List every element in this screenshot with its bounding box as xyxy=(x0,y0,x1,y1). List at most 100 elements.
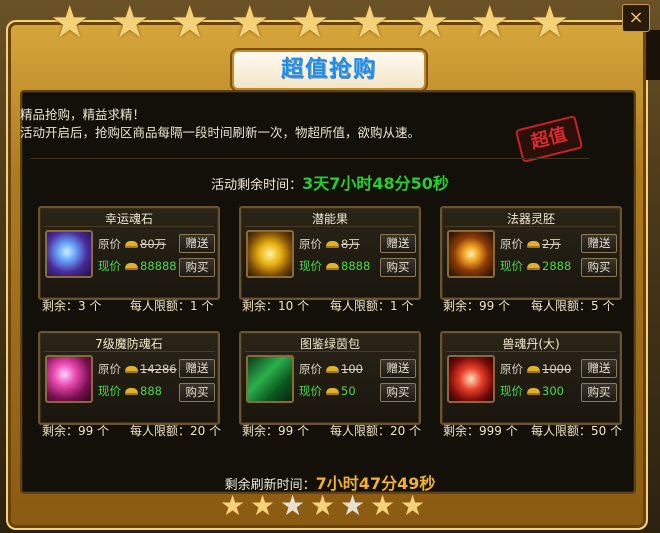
card-divider xyxy=(44,351,214,352)
limit-label: 每人限额： xyxy=(531,299,592,313)
original-price-label: 原价 xyxy=(299,237,322,251)
gold-ingot-icon xyxy=(527,388,540,395)
gift-button[interactable]: 赠送 xyxy=(581,359,617,378)
limit-label: 每人限额： xyxy=(130,299,191,313)
gift-button[interactable]: 赠送 xyxy=(179,359,215,378)
purchase-limit: 每人限额：5 个 xyxy=(531,297,614,314)
current-price-label: 现价 xyxy=(299,259,322,273)
card-divider xyxy=(446,351,616,352)
item-card-potential-fruit: 潜能果 原价 8万 现价 8888 赠送 购买 xyxy=(239,206,421,300)
item-card-lucky-soulstone: 幸运魂石 原价 80万 现价 88888 赠送 购买 xyxy=(38,206,220,300)
activity-countdown-value: 3天7小时48分50秒 xyxy=(302,174,449,193)
current-price-label: 现价 xyxy=(500,384,523,398)
item-name: 法器灵胚 xyxy=(506,212,555,226)
limit-value: 1 个 xyxy=(190,299,214,313)
remaining-stock: 剩余：999 个 xyxy=(443,422,518,439)
buy-button[interactable]: 购买 xyxy=(380,383,416,402)
remaining-value: 99 个 xyxy=(278,424,310,438)
original-price-row: 原价 1000 xyxy=(500,361,571,377)
original-price: 80万 xyxy=(140,237,167,251)
remaining-label: 剩余： xyxy=(443,299,480,313)
current-price: 50 xyxy=(341,384,356,398)
artifact-embryo-icon[interactable] xyxy=(447,230,495,278)
item-card-defense-soulstone: 7级魔防魂石 原价 14286 现价 888 赠送 购买 xyxy=(38,331,220,425)
remaining-label: 剩余： xyxy=(443,424,480,438)
original-price-label: 原价 xyxy=(98,362,121,376)
current-price-row: 现价 300 xyxy=(500,383,564,399)
gift-button[interactable]: 赠送 xyxy=(179,234,215,253)
buy-button[interactable]: 购买 xyxy=(380,258,416,277)
top-star-ornament: ★ ★ ★ ★ ★ ★ ★ ★ ★ xyxy=(50,0,570,48)
original-price-row: 原价 8万 xyxy=(299,236,360,252)
current-price-label: 现价 xyxy=(500,259,523,273)
gift-button[interactable]: 赠送 xyxy=(380,234,416,253)
buy-button[interactable]: 购买 xyxy=(581,383,617,402)
current-price-label: 现价 xyxy=(98,259,121,273)
original-price-label: 原价 xyxy=(299,362,322,376)
limit-value: 50 个 xyxy=(591,424,623,438)
purchase-limit: 每人限额：1 个 xyxy=(130,297,213,314)
window-title-banner: 超值抢购 xyxy=(232,50,426,90)
original-price-row: 原价 14286 xyxy=(98,361,177,377)
purchase-limit: 每人限额：50 个 xyxy=(531,422,622,439)
limit-value: 1 个 xyxy=(390,299,414,313)
limit-label: 每人限额： xyxy=(330,299,391,313)
original-price: 14286 xyxy=(140,362,177,376)
buy-button[interactable]: 购买 xyxy=(179,258,215,277)
gold-ingot-icon xyxy=(326,241,339,248)
gift-button[interactable]: 赠送 xyxy=(581,234,617,253)
gold-ingot-icon xyxy=(326,388,339,395)
card-divider xyxy=(245,226,415,227)
remaining-stock: 剩余：99 个 xyxy=(42,422,109,439)
green-book-icon[interactable] xyxy=(246,355,294,403)
remaining-value: 999 个 xyxy=(479,424,518,438)
close-button[interactable]: × xyxy=(622,4,650,32)
current-price-label: 现价 xyxy=(299,384,322,398)
limit-value: 20 个 xyxy=(190,424,222,438)
item-name: 图鉴绿茵包 xyxy=(299,337,360,351)
remaining-stock: 剩余：3 个 xyxy=(42,297,101,314)
item-card-green-pack: 图鉴绿茵包 原价 100 现价 50 赠送 购买 xyxy=(239,331,421,425)
current-price: 300 xyxy=(542,384,564,398)
original-price-label: 原价 xyxy=(98,237,121,251)
remaining-label: 剩余： xyxy=(242,424,279,438)
limit-label: 每人限额： xyxy=(531,424,592,438)
crystal-icon[interactable] xyxy=(45,230,93,278)
gold-ingot-icon xyxy=(125,263,138,270)
original-price-row: 原价 2万 xyxy=(500,236,561,252)
card-divider xyxy=(44,226,214,227)
limit-value: 20 个 xyxy=(390,424,422,438)
remaining-label: 剩余： xyxy=(242,299,279,313)
gold-ingot-icon xyxy=(527,366,540,373)
activity-countdown-label: 活动剩余时间： xyxy=(211,178,303,193)
current-price-row: 现价 50 xyxy=(299,383,356,399)
remaining-value: 3 个 xyxy=(78,299,102,313)
buy-button[interactable]: 购买 xyxy=(581,258,617,277)
divider xyxy=(30,158,590,159)
remaining-value: 99 个 xyxy=(78,424,110,438)
original-price-label: 原价 xyxy=(500,362,523,376)
intro-line-2: 活动开启后，抢购区商品每隔一段时间刷新一次，物超所值，欲购从速。 xyxy=(20,125,421,140)
pink-gem-icon[interactable] xyxy=(45,355,93,403)
gift-button[interactable]: 赠送 xyxy=(380,359,416,378)
limit-label: 每人限额： xyxy=(130,424,191,438)
card-divider xyxy=(446,226,616,227)
purchase-limit: 每人限额：20 个 xyxy=(330,422,421,439)
current-price-label: 现价 xyxy=(98,384,121,398)
buy-button[interactable]: 购买 xyxy=(179,383,215,402)
golden-fruit-icon[interactable] xyxy=(246,230,294,278)
limit-label: 每人限额： xyxy=(330,424,391,438)
remaining-stock: 剩余：99 个 xyxy=(443,297,510,314)
card-divider xyxy=(245,351,415,352)
item-name: 幸运魂石 xyxy=(104,212,153,226)
purchase-limit: 每人限额：20 个 xyxy=(130,422,221,439)
item-name: 潜能果 xyxy=(311,212,348,226)
limit-value: 5 个 xyxy=(591,299,615,313)
original-price: 2万 xyxy=(542,237,561,251)
beast-pill-icon[interactable] xyxy=(447,355,495,403)
remaining-stock: 剩余：10 个 xyxy=(242,297,309,314)
remaining-label: 剩余： xyxy=(42,299,79,313)
current-price: 88888 xyxy=(140,259,177,273)
original-price: 1000 xyxy=(542,362,572,376)
remaining-stock: 剩余：99 个 xyxy=(242,422,309,439)
